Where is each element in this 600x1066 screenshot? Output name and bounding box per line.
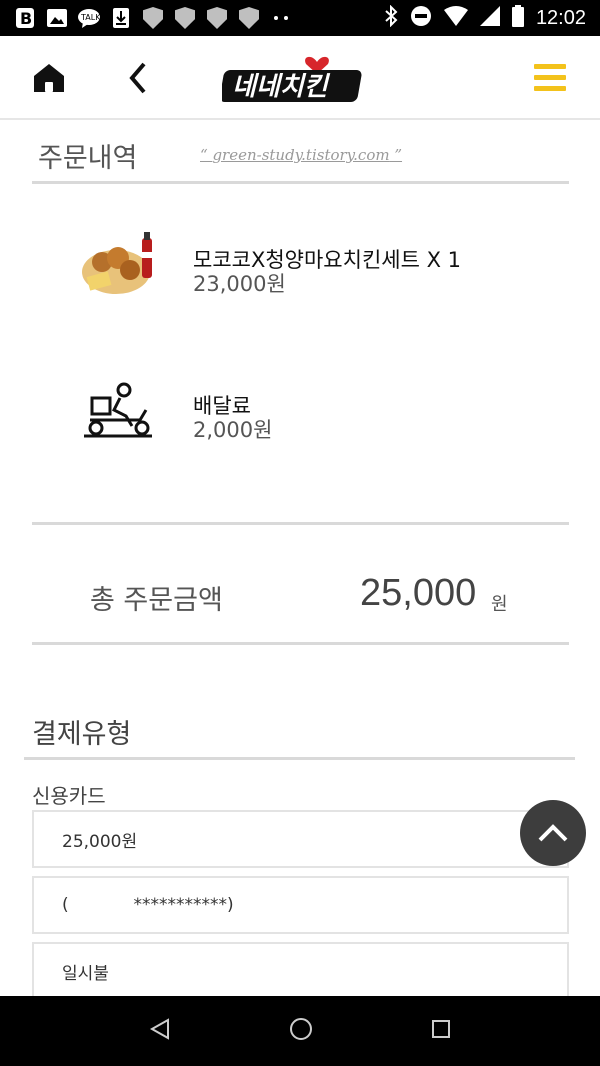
- square-recents-icon: [432, 1020, 450, 1038]
- divider: [32, 522, 569, 525]
- total-unit: 원: [491, 594, 508, 615]
- status-bar: B TALK 12:02: [0, 0, 600, 36]
- logo-text: 네네치킨: [232, 72, 331, 102]
- installment-value: 일시불: [62, 963, 109, 984]
- download-icon: [110, 8, 132, 28]
- hamburger-menu-button[interactable]: [534, 64, 566, 92]
- delivery-scooter-icon: [84, 382, 152, 438]
- payment-amount-value: 25,000원: [62, 831, 138, 852]
- card-number-value: ( ***********): [62, 895, 234, 915]
- shield-icon: [206, 7, 228, 29]
- scroll-to-top-button[interactable]: [520, 800, 586, 866]
- card-number-field: ( ***********): [32, 876, 569, 934]
- svg-text:B: B: [20, 9, 32, 28]
- status-time: 12:02: [535, 6, 586, 29]
- brand-logo[interactable]: 네네치킨: [219, 50, 372, 108]
- payment-section-title: 결제유형: [32, 719, 132, 750]
- system-navigation-bar: [0, 996, 600, 1066]
- bluetooth-icon: [384, 4, 398, 31]
- chevron-left-icon: [129, 62, 146, 94]
- do-not-disturb-icon: [410, 5, 432, 31]
- watermark-text: “ green-study.tistory.com ”: [200, 146, 403, 164]
- order-item: 배달료 2,000원: [80, 380, 520, 442]
- divider: [32, 181, 569, 184]
- payment-amount-field: 25,000원: [32, 810, 569, 868]
- chevron-up-icon: [538, 824, 568, 842]
- total-value: 25,000: [360, 572, 477, 614]
- shield-icon: [174, 7, 196, 29]
- blogger-icon: B: [14, 8, 36, 28]
- app-header: 네네치킨: [0, 36, 600, 120]
- nav-back-button[interactable]: [148, 1017, 172, 1045]
- payment-method-label: 신용카드: [32, 784, 106, 808]
- nav-home-button[interactable]: [288, 1016, 314, 1046]
- divider: [32, 642, 569, 645]
- message-icon: TALK: [78, 8, 100, 28]
- total-label: 총 주문금액: [90, 585, 223, 616]
- wifi-icon: [443, 6, 468, 30]
- nav-recents-button[interactable]: [430, 1018, 452, 1044]
- item-price: 2,000원: [193, 418, 273, 442]
- svg-text:TALK: TALK: [80, 13, 100, 22]
- more-icon: [270, 8, 292, 28]
- battery-icon: [511, 5, 524, 31]
- installment-field: 일시불: [32, 942, 569, 1000]
- home-button[interactable]: [32, 62, 66, 94]
- order-section-title: 주문내역: [38, 143, 138, 174]
- shield-icon: [238, 7, 260, 29]
- circle-home-icon: [290, 1018, 312, 1040]
- divider: [24, 757, 575, 760]
- item-price: 23,000원: [193, 272, 286, 296]
- home-icon: [34, 64, 64, 92]
- menu-icon: [534, 64, 566, 69]
- image-icon: [46, 8, 68, 28]
- shield-icon: [142, 7, 164, 29]
- signal-icon: [479, 6, 500, 30]
- back-button[interactable]: [124, 60, 154, 96]
- chicken-set-image: [82, 232, 152, 294]
- triangle-back-icon: [149, 1018, 169, 1040]
- order-item: 모코코X청양마요치킨세트 X 1 23,000원: [80, 232, 520, 302]
